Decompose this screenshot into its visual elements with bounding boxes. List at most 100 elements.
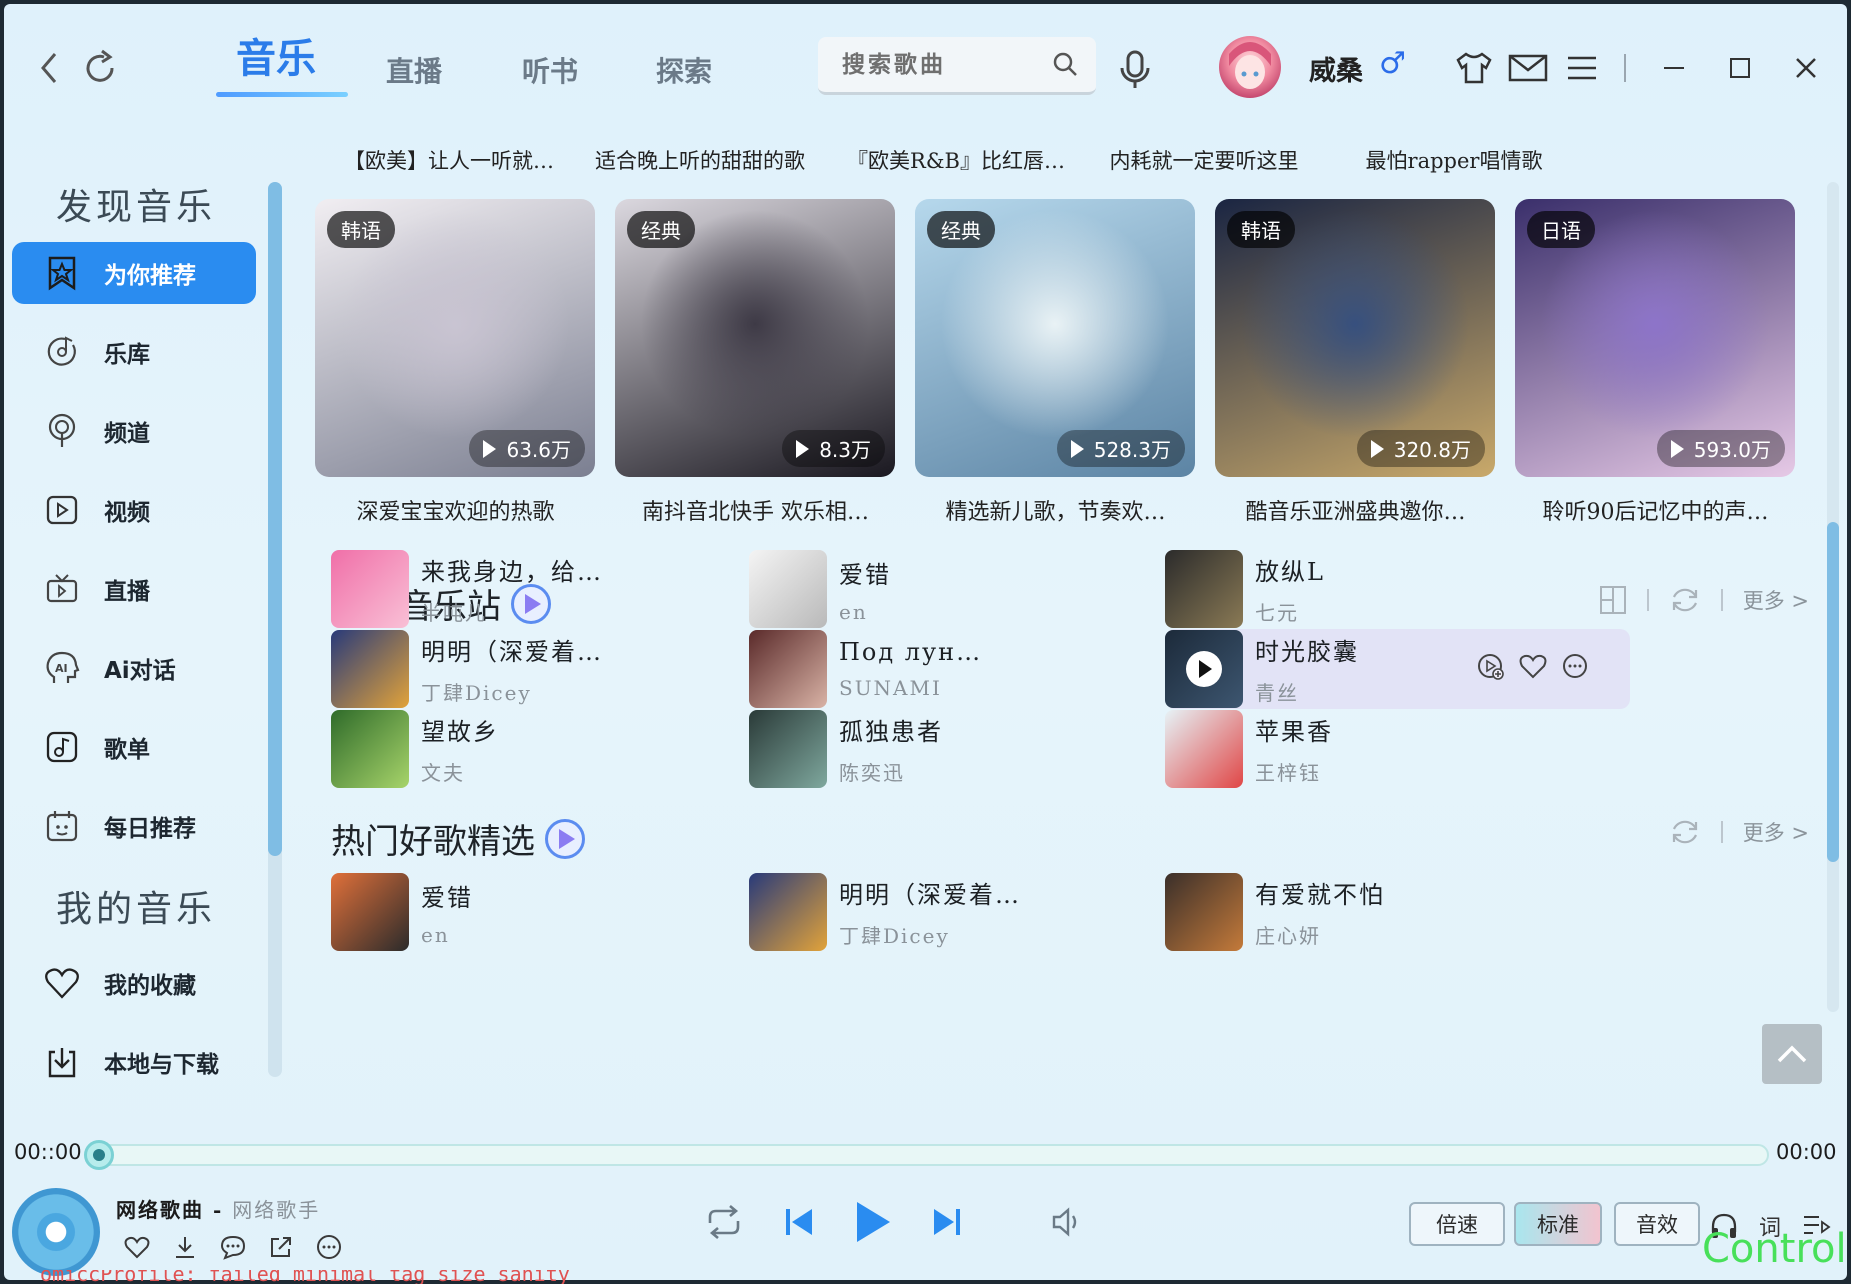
song-cover[interactable]	[749, 630, 827, 708]
volume-button[interactable]	[1050, 1206, 1084, 1238]
progress-knob[interactable]	[84, 1140, 114, 1170]
messages-button[interactable]	[1506, 46, 1550, 90]
playlist-title[interactable]: 『欧美R&B』比红唇…	[821, 145, 1091, 175]
song-item[interactable]: 孤独患者 陈奕迅	[749, 709, 1219, 789]
song-title[interactable]: 苹果香	[1255, 712, 1333, 747]
play-circle-icon[interactable]	[1165, 630, 1243, 708]
more-link[interactable]: 更多 >	[1743, 585, 1809, 615]
sidebar-item-daily[interactable]: 每日推荐	[12, 795, 256, 857]
playlist-title[interactable]: 适合晚上听的甜甜的歌	[565, 145, 835, 175]
song-item[interactable]: Под лун… SUNAMI	[749, 629, 1219, 709]
sidebar-item-recommended[interactable]: 为你推荐	[12, 242, 256, 304]
repeat-button[interactable]	[704, 1205, 744, 1239]
share-button[interactable]	[266, 1232, 296, 1262]
tab-explore[interactable]: 探索	[656, 50, 712, 90]
song-item[interactable]: 时光胶囊 青丝	[1165, 629, 1630, 709]
playlist-card[interactable]: 经典 528.3万	[915, 199, 1195, 477]
sidebar-item-ai-chat[interactable]: AI Ai对话	[12, 637, 256, 699]
playlist-card[interactable]: 韩语 320.8万	[1215, 199, 1495, 477]
maximize-button[interactable]	[1718, 46, 1762, 90]
playlist-card[interactable]: 经典 8.3万	[615, 199, 895, 477]
back-button[interactable]	[28, 46, 72, 90]
back-to-top-button[interactable]	[1762, 1024, 1822, 1084]
next-button[interactable]	[932, 1206, 962, 1238]
sidebar-item-favorites[interactable]: 我的收藏	[12, 952, 256, 1014]
playlist-caption[interactable]: 聆听90后记忆中的声…	[1513, 494, 1798, 526]
skin-button[interactable]	[1452, 46, 1496, 90]
menu-button[interactable]	[1560, 46, 1604, 90]
song-cover[interactable]	[1165, 710, 1243, 788]
tab-music[interactable]: 音乐	[236, 26, 316, 84]
playlist-caption[interactable]: 深爱宝宝欢迎的热歌	[313, 494, 598, 526]
more-link[interactable]: 更多 >	[1743, 817, 1809, 847]
song-title[interactable]: 来我身边，给…	[421, 552, 603, 587]
play-button[interactable]	[854, 1200, 892, 1244]
playlist-card[interactable]: 日语 593.0万	[1515, 199, 1795, 477]
username[interactable]: 威桑	[1309, 49, 1363, 88]
main-scrollbar-thumb[interactable]	[1827, 522, 1839, 862]
more-dots-icon[interactable]	[1560, 651, 1590, 681]
song-artist[interactable]: 丁肆Dicey	[421, 677, 621, 706]
song-cover[interactable]	[331, 630, 409, 708]
song-title[interactable]: 明明（深爱着你）	[421, 632, 621, 667]
refresh-icon[interactable]	[1669, 817, 1701, 847]
song-title[interactable]: 爱错	[421, 878, 473, 913]
more-options-button[interactable]	[314, 1232, 344, 1262]
sidebar-scrollbar-thumb[interactable]	[268, 182, 282, 856]
sidebar-item-live[interactable]: 直播	[12, 558, 256, 620]
song-artist[interactable]: 青丝	[1255, 677, 1359, 706]
song-item[interactable]: 望故乡 文夫	[331, 709, 801, 789]
song-cover[interactable]	[331, 873, 409, 951]
song-artist[interactable]: 陈奕迅	[839, 757, 943, 786]
heart-icon[interactable]	[1518, 651, 1548, 681]
song-artist[interactable]: 王梓钰	[1255, 757, 1333, 786]
comment-button[interactable]	[218, 1232, 248, 1262]
song-item[interactable]: 明明（深爱着你） 丁肆Dicey	[749, 872, 1219, 952]
like-button[interactable]	[122, 1232, 152, 1262]
tab-live[interactable]: 直播	[386, 50, 442, 90]
sidebar-item-library[interactable]: 乐库	[12, 321, 256, 383]
song-artist[interactable]: SUNAMI	[839, 676, 982, 700]
avatar[interactable]	[1219, 36, 1281, 98]
now-playing[interactable]: 网络歌曲 - 网络歌手	[116, 1194, 320, 1223]
speed-button[interactable]: 倍速	[1409, 1202, 1505, 1246]
song-item[interactable]: 苹果香 王梓钰	[1165, 709, 1635, 789]
song-cover[interactable]	[1165, 873, 1243, 951]
song-item[interactable]: 有爱就不怕 庄心妍	[1165, 872, 1635, 952]
song-title[interactable]: 明明（深爱着你）	[839, 875, 1039, 910]
sidebar-item-video[interactable]: 视频	[12, 479, 256, 541]
song-cover[interactable]	[331, 550, 409, 628]
playlist-title[interactable]: 最怕rapper唱情歌	[1319, 145, 1589, 175]
song-artist[interactable]: en	[421, 923, 473, 947]
playlist-card[interactable]: 韩语 63.6万	[315, 199, 595, 477]
song-title[interactable]: 爱错	[839, 555, 891, 590]
sidebar-item-channels[interactable]: 频道	[12, 400, 256, 462]
playlist-caption[interactable]: 酷音乐亚洲盛典邀你…	[1213, 494, 1498, 526]
song-title[interactable]: 放纵L	[1255, 552, 1325, 587]
song-artist[interactable]: 文夫	[421, 757, 499, 786]
song-cover[interactable]	[749, 550, 827, 628]
song-cover[interactable]	[749, 873, 827, 951]
progress-track[interactable]	[99, 1144, 1769, 1166]
minimize-button[interactable]	[1652, 46, 1696, 90]
refresh-icon[interactable]	[1669, 585, 1701, 615]
song-title[interactable]: 孤独患者	[839, 712, 943, 747]
song-artist[interactable]: 庄心妍	[1255, 920, 1385, 949]
sound-effects-button[interactable]: 音效	[1614, 1202, 1700, 1246]
song-artist[interactable]: 半吨儿	[421, 597, 603, 626]
download-button[interactable]	[170, 1232, 200, 1262]
song-cover[interactable]	[331, 710, 409, 788]
search-icon[interactable]	[1052, 51, 1080, 79]
song-item[interactable]: 明明（深爱着你） 丁肆Dicey	[331, 629, 801, 709]
playlist-title[interactable]: 内耗就一定要听这里	[1069, 145, 1339, 175]
sidebar-item-local-downloads[interactable]: 本地与下载	[12, 1031, 256, 1093]
song-cover[interactable]	[1165, 630, 1243, 708]
tab-audiobook[interactable]: 听书	[522, 50, 578, 90]
song-title[interactable]: 有爱就不怕	[1255, 875, 1385, 910]
song-item[interactable]: 放纵L 七元	[1165, 549, 1635, 629]
song-item[interactable]: 爱错 en	[749, 549, 1219, 629]
playlist-title[interactable]: 【欧美】让人一听就…	[314, 145, 584, 175]
song-cover[interactable]	[1165, 550, 1243, 628]
sidebar-item-playlists[interactable]: 歌单	[12, 716, 256, 778]
playlist-caption[interactable]: 精选新儿歌，节奏欢…	[913, 494, 1198, 526]
